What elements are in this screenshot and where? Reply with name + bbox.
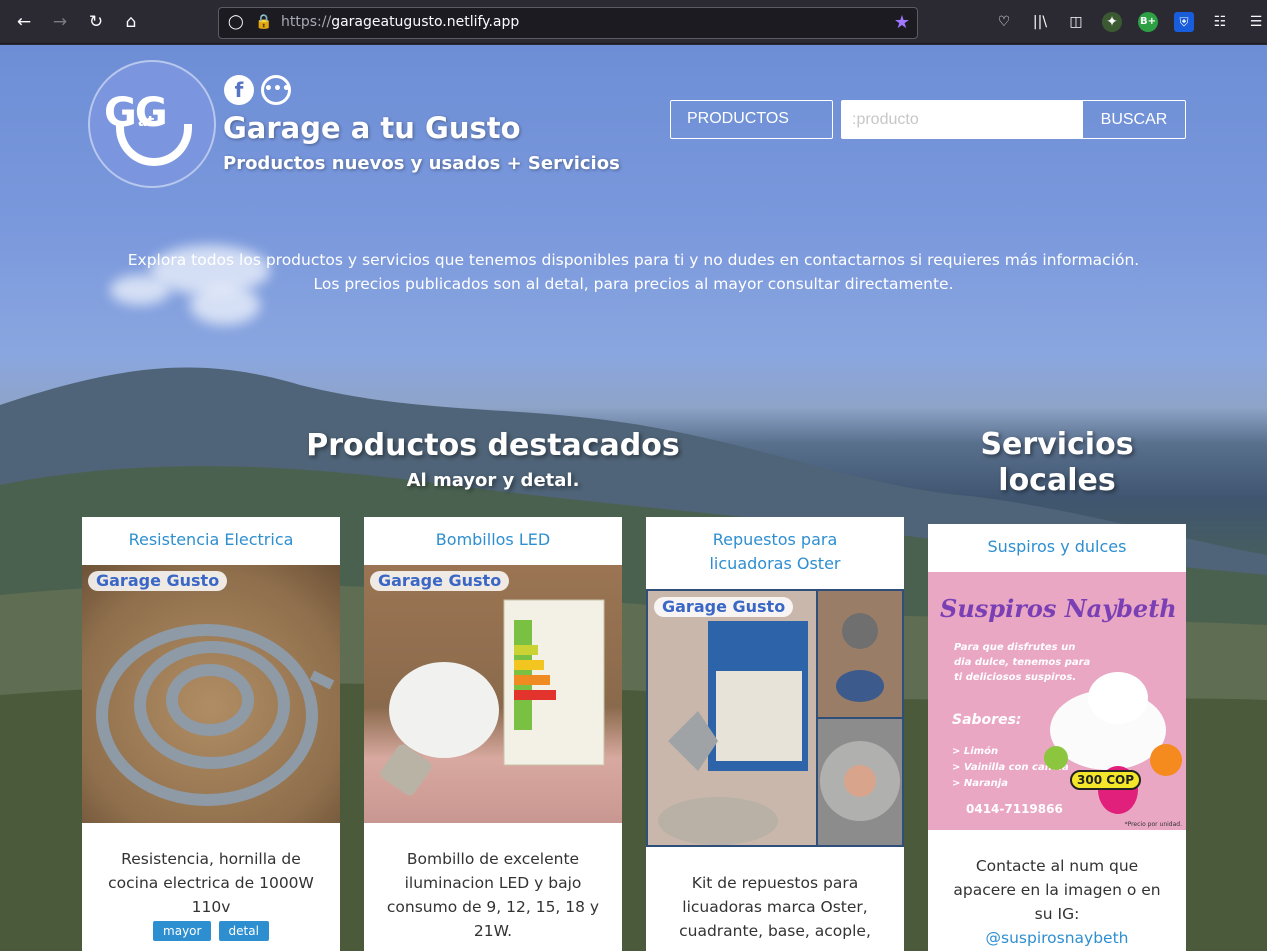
search-input[interactable] (841, 100, 1082, 139)
services-heading: Servicios locales (928, 427, 1186, 499)
service-flyer-image[interactable]: Suspiros Naybeth Para que disfrutes un d… (928, 572, 1186, 830)
card-description: Kit de repuestos para licuadoras marca O… (679, 874, 871, 940)
site-subtitle: Productos nuevos y usados + Servicios (223, 153, 620, 174)
image-watermark: Garage Gusto (654, 597, 794, 617)
site-title: Garage a tu Gusto (223, 111, 521, 145)
featured-subheading: Al mayor y detal. (406, 470, 580, 491)
chat-icon[interactable]: ••• (261, 75, 291, 105)
intro-line-2: Los precios publicados son al detal, par… (313, 275, 954, 293)
services-heading-line-1: Servicios (980, 427, 1134, 462)
flyer-brand: Suspiros Naybeth (940, 594, 1177, 623)
product-image[interactable]: Garage Gusto (364, 565, 622, 823)
flyer-note: *Precio por unidad. (1124, 821, 1182, 828)
tag-detal[interactable]: detal (218, 921, 269, 941)
blender-parts-collage (648, 591, 902, 845)
reload-icon[interactable]: ↻ (85, 11, 107, 33)
product-image[interactable]: Garage Gusto (646, 589, 904, 847)
product-image[interactable]: Garage Gusto (82, 565, 340, 823)
intro-text: Explora todos los productos y servicios … (80, 248, 1187, 296)
card-description: Bombillo de excelente iluminacion LED y … (386, 850, 600, 940)
bookmark-star-icon[interactable]: ★ (894, 12, 910, 33)
image-watermark: Garage Gusto (88, 571, 228, 591)
card-title[interactable]: Resistencia Electrica (82, 528, 340, 552)
sidebar-icon[interactable]: ◫ (1066, 12, 1086, 32)
service-card[interactable]: Suspiros y dulces Suspiros Naybeth Para … (928, 524, 1186, 951)
extension-grid-icon[interactable]: ☷ (1210, 12, 1230, 32)
tracking-shield-icon[interactable]: ◯ (228, 14, 244, 30)
instagram-link[interactable]: @suspirosnaybeth (946, 926, 1168, 950)
flyer-phone: 0414-7119866 (966, 802, 1063, 816)
meringue-illustration (1044, 672, 1182, 814)
search-button[interactable]: BUSCAR (1082, 100, 1186, 139)
library-icon[interactable]: ||\ (1030, 12, 1050, 32)
service-contact-text: Contacte al num que apacere en la imagen… (953, 857, 1161, 923)
card-description: Resistencia, hornilla de cocina electric… (108, 850, 314, 916)
browser-toolbar: ← → ↻ ⌂ ◯ 🔒 https://garageatugusto.netli… (0, 0, 1267, 44)
featured-heading: Productos destacados (306, 428, 680, 463)
product-card[interactable]: Repuestos para licuadoras Oster Garage G… (646, 517, 904, 951)
category-select[interactable]: PRODUCTOS (670, 100, 833, 139)
card-title-line-1: Repuestos para (712, 530, 838, 549)
url-text[interactable]: https://garageatugusto.netlify.app (281, 14, 519, 30)
site-logo[interactable]: GG at (88, 60, 216, 188)
product-card[interactable]: Bombillos LED Garage Gusto Bombillo de e… (364, 517, 622, 951)
image-watermark: Garage Gusto (370, 571, 510, 591)
card-title[interactable]: Bombillos LED (364, 528, 622, 552)
extension-shield-icon[interactable]: ✦ (1102, 12, 1122, 32)
card-title[interactable]: Repuestos para licuadoras Oster (646, 528, 904, 576)
lock-icon[interactable]: 🔒 (255, 14, 272, 30)
menu-icon[interactable]: ☰ (1246, 12, 1266, 32)
services-heading-line-2: locales (998, 463, 1116, 498)
card-title[interactable]: Suspiros y dulces (928, 535, 1186, 559)
card-tags: mayor detal (82, 920, 340, 941)
back-arrow-icon[interactable]: ← (13, 11, 35, 33)
intro-line-1: Explora todos los productos y servicios … (127, 251, 1140, 269)
flyer-price: 300 COP (1070, 770, 1142, 790)
url-bar[interactable]: ◯ 🔒 https://garageatugusto.netlify.app ★ (218, 7, 918, 39)
flyer-flavors-label: Sabores: (952, 712, 1022, 728)
page-viewport: GG at f ••• Garage a tu Gusto Productos … (0, 45, 1267, 951)
facebook-icon[interactable]: f (224, 75, 254, 105)
card-title-line-2: licuadoras Oster (709, 554, 841, 573)
card-description: Contacte al num que apacere en la imagen… (928, 854, 1186, 950)
bitwarden-icon[interactable]: ⛨ (1174, 12, 1194, 32)
heating-coil-drawing (96, 624, 335, 806)
tag-mayor[interactable]: mayor (153, 921, 212, 941)
pocket-icon[interactable]: ♡ (994, 12, 1014, 32)
forward-arrow-icon[interactable]: → (49, 11, 71, 33)
logo-smile (116, 124, 192, 166)
product-card[interactable]: Resistencia Electrica Garage Gusto Resis… (82, 517, 340, 951)
led-bulb-drawing (380, 599, 605, 796)
extension-badge-icon[interactable]: B+ (1138, 12, 1158, 32)
home-icon[interactable]: ⌂ (120, 11, 142, 33)
